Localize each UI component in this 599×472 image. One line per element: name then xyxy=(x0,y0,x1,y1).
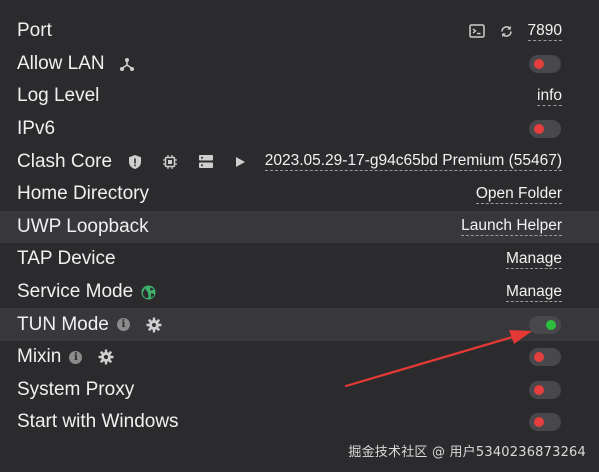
port-value[interactable]: 7890 xyxy=(527,22,562,41)
info-icon[interactable]: i xyxy=(69,350,83,364)
setting-row-home-directory: Home Directory Open Folder xyxy=(0,178,599,211)
ipv6-label: IPv6 xyxy=(17,118,56,140)
start-with-windows-label: Start with Windows xyxy=(17,411,179,433)
port-label: Port xyxy=(17,20,52,42)
setting-row-start-with-windows: Start with Windows xyxy=(0,406,599,439)
ipv6-toggle[interactable] xyxy=(529,120,561,139)
log-level-label: Log Level xyxy=(17,85,100,107)
system-proxy-toggle[interactable] xyxy=(529,380,561,399)
home-directory-label: Home Directory xyxy=(17,183,149,205)
toggle-knob xyxy=(534,58,544,69)
allow-lan-label: Allow LAN xyxy=(17,52,105,74)
toggle-knob xyxy=(546,319,556,330)
gear-icon[interactable] xyxy=(98,349,114,365)
setting-row-port: Port 7890 xyxy=(0,15,599,48)
gear-icon[interactable] xyxy=(146,317,162,333)
setting-row-service-mode: Service Mode Manage xyxy=(0,276,599,309)
toggle-knob xyxy=(534,417,544,428)
setting-row-tap-device: TAP Device Manage xyxy=(0,243,599,276)
refresh-icon[interactable] xyxy=(499,24,514,39)
service-mode-label: Service Mode xyxy=(17,281,134,303)
setting-row-uwp-loopback: UWP Loopback Launch Helper xyxy=(0,210,599,244)
clash-core-version[interactable]: 2023.05.29-17-g94c65bd Premium (55467) xyxy=(264,152,562,172)
uwp-loopback-label: UWP Loopback xyxy=(17,215,149,237)
play-icon[interactable] xyxy=(234,156,246,168)
tun-mode-toggle[interactable] xyxy=(529,315,561,334)
launch-helper-link[interactable]: Launch Helper xyxy=(461,217,562,237)
tap-device-label: TAP Device xyxy=(17,248,116,270)
info-icon[interactable]: i xyxy=(116,318,130,332)
tun-mode-label: TUN Mode xyxy=(17,313,109,335)
setting-row-allow-lan: Allow LAN xyxy=(0,48,599,81)
network-icon[interactable] xyxy=(119,56,135,72)
watermark: 掘金技术社区 @ 用户5340236873264 xyxy=(348,445,586,460)
terminal-icon[interactable] xyxy=(468,24,485,39)
shield-icon[interactable] xyxy=(128,154,142,170)
setting-row-mixin: Mixin i xyxy=(0,341,599,374)
tap-device-manage-link[interactable]: Manage xyxy=(505,250,562,269)
log-level-value[interactable]: info xyxy=(537,87,562,106)
toggle-knob xyxy=(534,384,544,395)
toggle-knob xyxy=(534,124,544,135)
mixin-toggle[interactable] xyxy=(529,348,561,367)
system-proxy-label: System Proxy xyxy=(17,378,135,400)
chip-icon[interactable] xyxy=(162,154,178,170)
allow-lan-toggle[interactable] xyxy=(529,54,561,73)
toggle-knob xyxy=(534,352,544,363)
server-icon[interactable] xyxy=(198,154,214,169)
setting-row-tun-mode: TUN Mode i xyxy=(0,308,599,341)
setting-row-ipv6: IPv6 xyxy=(0,113,599,146)
start-with-windows-toggle[interactable] xyxy=(529,413,561,432)
setting-row-log-level: Log Level info xyxy=(0,80,599,113)
globe-icon xyxy=(141,285,156,300)
clash-core-label: Clash Core xyxy=(17,150,113,172)
mixin-label: Mixin xyxy=(17,346,62,368)
setting-row-system-proxy: System Proxy xyxy=(0,374,599,407)
service-mode-manage-link[interactable]: Manage xyxy=(505,283,562,302)
open-folder-link[interactable]: Open Folder xyxy=(475,185,562,204)
settings-list: Port 7890 Allow LAN Log Level info IPv6 … xyxy=(0,15,599,439)
setting-row-clash-core: Clash Core 2023.05.29-17-g94c65bd Premiu… xyxy=(0,145,599,178)
